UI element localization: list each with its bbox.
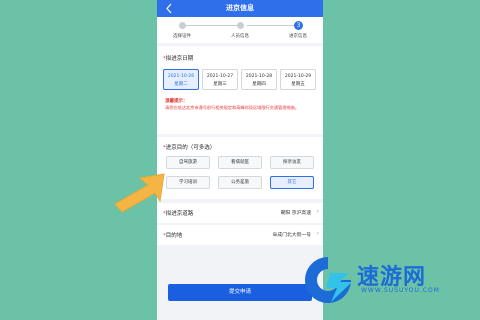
step-dot-3: 3 <box>294 21 303 30</box>
chevron-right-icon: › <box>316 208 319 215</box>
watermark-logo: 速游网 WWW.SUSUYOU.COM <box>300 250 470 312</box>
step-connector <box>182 25 243 26</box>
route-value: 朝阳 京沪高速 <box>280 211 311 216</box>
route-row[interactable]: *拟进京道路 朝阳 京沪高速 › <box>157 203 323 223</box>
destination-row[interactable]: *目的地 阜成门北大街一号 › <box>157 225 323 245</box>
step-connector <box>247 25 298 26</box>
page-title: 进京信息 <box>226 4 254 12</box>
purpose-option-other[interactable]: 其它 <box>270 176 314 189</box>
step-indicator: 3 选择证件 人员信息 进京信息 <box>157 17 323 43</box>
destination-value: 阜成门北大街一号 <box>272 233 311 238</box>
purpose-option-medical[interactable]: 看病就医 <box>218 156 262 169</box>
step-label-2: 人员信息 <box>231 34 249 39</box>
purpose-section-title: *进京目的（可多选） <box>163 145 216 151</box>
step-dot-2 <box>237 22 244 29</box>
date-section-title: *拟进京日期 <box>163 56 194 62</box>
date-option-3[interactable]: 2021-10-28 星期四 <box>241 69 277 90</box>
purpose-option-business[interactable]: 公务差旅 <box>218 176 262 189</box>
phone-screen: 进京信息 3 选择证件 人员信息 进京信息 *拟进京日期 2021-10-26 … <box>157 0 323 320</box>
tip-title: 温馨提示： <box>165 99 188 104</box>
step-label-1: 选择证件 <box>173 34 191 39</box>
date-option-2[interactable]: 2021-10-27 星期三 <box>202 69 238 90</box>
watermark-url: WWW.SUSUYOU.COM <box>361 287 440 294</box>
date-option-1[interactable]: 2021-10-26 星期二 <box>163 69 199 90</box>
purpose-option-visit-family[interactable]: 探亲访友 <box>270 156 314 169</box>
arrow-pointer-icon <box>114 173 165 213</box>
step-label-3: 进京信息 <box>289 34 307 39</box>
step-dot-1 <box>179 22 186 29</box>
logo-mark-icon <box>305 257 352 303</box>
date-option-4[interactable]: 2021-10-29 星期五 <box>280 69 316 90</box>
purpose-option-study[interactable]: 学习培训 <box>166 176 210 189</box>
chevron-right-icon: › <box>316 230 319 237</box>
destination-label: *目的地 <box>163 233 183 239</box>
tip-text: 请您在抵达北京市通号前行相关规定和高峰时段区域限行交通管理措施。 <box>165 105 300 110</box>
submit-button[interactable]: 提交申请 <box>168 284 312 301</box>
navbar: 进京信息 <box>157 0 323 17</box>
purpose-option-self-drive[interactable]: 自驾旅游 <box>166 156 210 169</box>
